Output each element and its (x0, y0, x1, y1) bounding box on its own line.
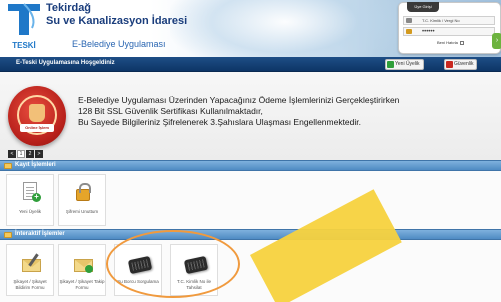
login-panel: Üye Girişi T.C. Kimlik / Vergi No ••••••… (398, 2, 501, 54)
pager-page-1[interactable]: 1 (17, 150, 25, 158)
ssl-info-text: E-Belediye Uygulaması Üzerinden Yapacağı… (78, 95, 478, 128)
page: TESKİ Tekirdağ Su ve Kanalizasyon İdares… (0, 0, 501, 302)
tile-forgot-password[interactable]: Şifremi Unuttum (58, 174, 106, 226)
shield-icon (446, 61, 453, 68)
shopper-icon (29, 104, 45, 122)
new-user-label: Yeni Üyelik (395, 61, 420, 67)
online-payment-badge: Online İşlem (8, 86, 66, 146)
welcome-bar: E-Teski Uygulamasına Hoşgeldiniz Yeni Üy… (0, 57, 501, 72)
password-mask: •••••• (422, 29, 435, 35)
info-banner: Online İşlem <1 2 > E-Belediye Uygulaması … (0, 72, 501, 160)
arrow-right-icon: › (495, 37, 499, 44)
tile-complaint-form[interactable]: Şikayet / Şikayet Bildirim Formu (6, 244, 54, 296)
envelope-pen-icon (20, 251, 42, 275)
slider-pager: <1 2 > (8, 142, 48, 158)
orange-highlight-circle (106, 230, 240, 298)
password-field[interactable]: •••••• (403, 27, 495, 36)
folder-icon (4, 163, 12, 169)
info-line-2: 128 Bit SSL Güvenlik Sertifikası Kullanı… (78, 106, 263, 116)
tile-complaint-tracking[interactable]: Şikayet / Şikayet Takip Formu (58, 244, 106, 296)
app-name: E-Belediye Uygulaması (72, 39, 166, 49)
envelope-arrow-icon (72, 251, 94, 275)
site-header: TESKİ Tekirdağ Su ve Kanalizasyon İdares… (0, 0, 501, 57)
welcome-text: E-Teski Uygulamasına Hoşgeldiniz (16, 60, 115, 66)
key-icon (406, 29, 412, 34)
interaktif-panel: Şikayet / Şikayet Bildirim Formu Şikayet… (0, 240, 501, 302)
remember-checkbox[interactable] (460, 40, 465, 45)
lock-icon (72, 181, 94, 205)
section-kayit: Kayıt İşlemleri (0, 160, 501, 171)
tile-label: Şikayet / Şikayet Bildirim Formu (13, 279, 47, 290)
pager-page-2[interactable]: 2 (26, 150, 34, 158)
tile-label: Yeni Üyelik (18, 209, 42, 214)
tile-label: Şifremi Unuttum (65, 209, 99, 214)
kayit-panel: + Yeni Üyelik Şifremi Unuttum (0, 171, 501, 229)
new-document-icon: + (20, 181, 42, 205)
teski-logo: TESKİ (8, 3, 40, 50)
user-plus-icon (387, 61, 394, 68)
remember-me[interactable]: Beni Hatırla (437, 40, 465, 45)
login-submit-button[interactable]: › (492, 33, 501, 49)
brand-line-2: Su ve Kanalizasyon İdaresi (46, 15, 188, 27)
section-interaktif-title: İnteraktif İşlemler (15, 231, 65, 237)
user-card-icon (406, 18, 412, 23)
tc-number-placeholder: T.C. Kimlik / Vergi No (422, 18, 460, 23)
tile-new-user[interactable]: + Yeni Üyelik (6, 174, 54, 226)
section-kayit-title: Kayıt İşlemleri (15, 162, 56, 168)
brand-line-1: Tekirdağ (46, 2, 92, 14)
logo-text: TESKİ (12, 41, 36, 50)
tc-number-field[interactable]: T.C. Kimlik / Vergi No (403, 16, 495, 25)
pager-next[interactable]: > (35, 150, 43, 158)
section-interaktif: İnteraktif İşlemler (0, 229, 501, 240)
security-button[interactable]: Güvenlik (444, 59, 478, 70)
new-user-button[interactable]: Yeni Üyelik (385, 59, 424, 70)
info-line-1: E-Belediye Uygulaması Üzerinden Yapacağı… (78, 95, 400, 105)
folder-icon (4, 232, 12, 238)
water-splash-image (170, 0, 400, 57)
remember-label: Beni Hatırla (437, 40, 458, 45)
login-tab[interactable]: Üye Girişi (407, 2, 439, 12)
security-label: Güvenlik (454, 61, 474, 67)
badge-label: Online İşlem (20, 124, 54, 132)
info-line-3: Bu Sayede Bilgileriniz Şifrelenerek 3.Şa… (78, 117, 362, 127)
pager-prev[interactable]: < (8, 150, 16, 158)
tile-label: Şikayet / Şikayet Takip Formu (59, 279, 105, 290)
